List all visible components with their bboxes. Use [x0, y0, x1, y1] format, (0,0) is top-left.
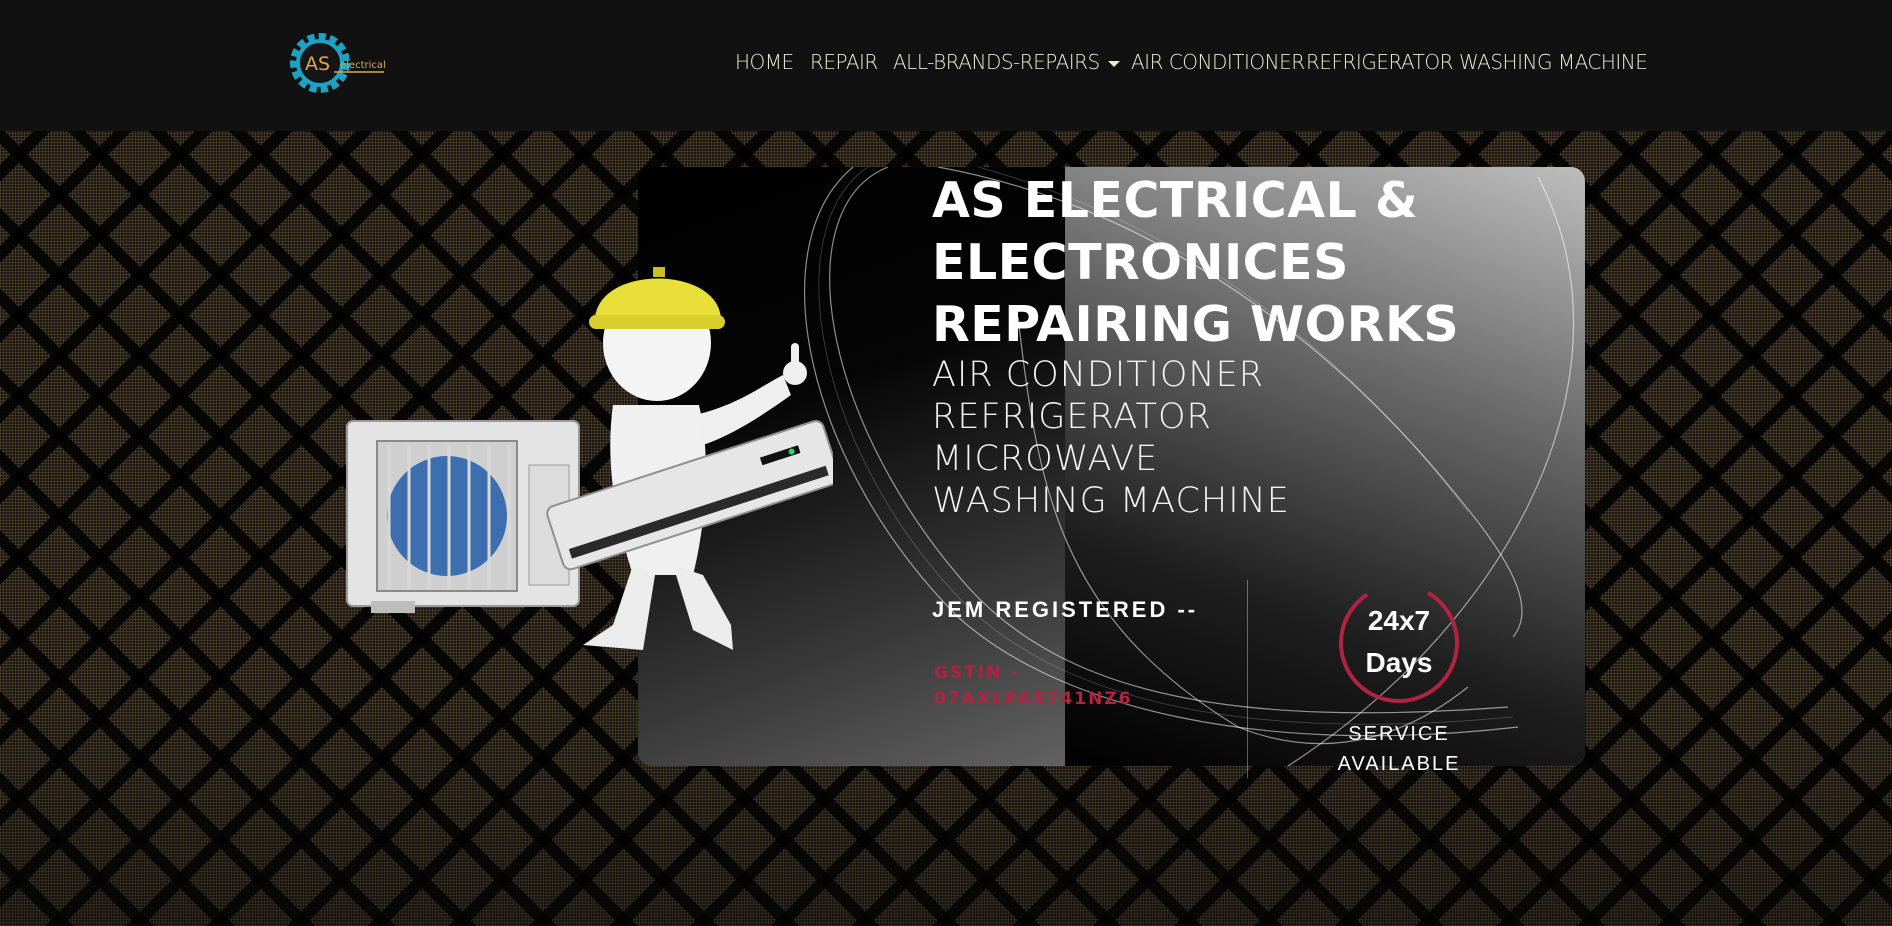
service-item: AIR CONDITIONER	[932, 355, 1265, 395]
service-available-label: SERVICE AVAILABLE	[1337, 723, 1461, 775]
nav-repair[interactable]: REPAIR	[810, 50, 878, 74]
main-nav: HOME REPAIR ALL-BRANDS-REPAIRS AIR CONDI…	[0, 50, 1892, 80]
service-item: MICROWAVE	[932, 439, 1159, 479]
nav-home[interactable]: HOME	[735, 50, 794, 74]
hero-headline: AS ELECTRICAL & ELECTRONICES REPAIRING W…	[932, 172, 1460, 353]
nav-all-brands-repairs[interactable]: ALL-BRANDS-REPAIRS	[893, 50, 1120, 74]
nav-all-brands-repairs-label: ALL-BRANDS-REPAIRS	[893, 50, 1100, 74]
nav-refrigerator[interactable]: REFRIGERATOR	[1306, 50, 1454, 74]
registration-label: JEM REGISTERED --	[932, 597, 1199, 622]
service-item: REFRIGERATOR	[932, 397, 1212, 437]
service-item: WASHING MACHINE	[932, 481, 1290, 521]
gstin-number: GSTIN - 07AXLPA5741NZ6	[934, 663, 1133, 709]
technician-ac-illustration	[343, 245, 841, 665]
vertical-divider	[1247, 580, 1248, 778]
availability-badge: 24x7 Days	[1365, 605, 1433, 678]
nav-washing-machine[interactable]: WASHING MACHINE	[1459, 50, 1648, 74]
nav-air-conditioner[interactable]: AIR CONDITIONER	[1131, 50, 1305, 74]
service-list: AIR CONDITIONER REFRIGERATOR MICROWAVE W…	[932, 354, 1290, 522]
chevron-down-icon	[1107, 60, 1120, 67]
top-navbar: AS electrical HOME REPAIR ALL-BRANDS-REP…	[0, 0, 1892, 131]
